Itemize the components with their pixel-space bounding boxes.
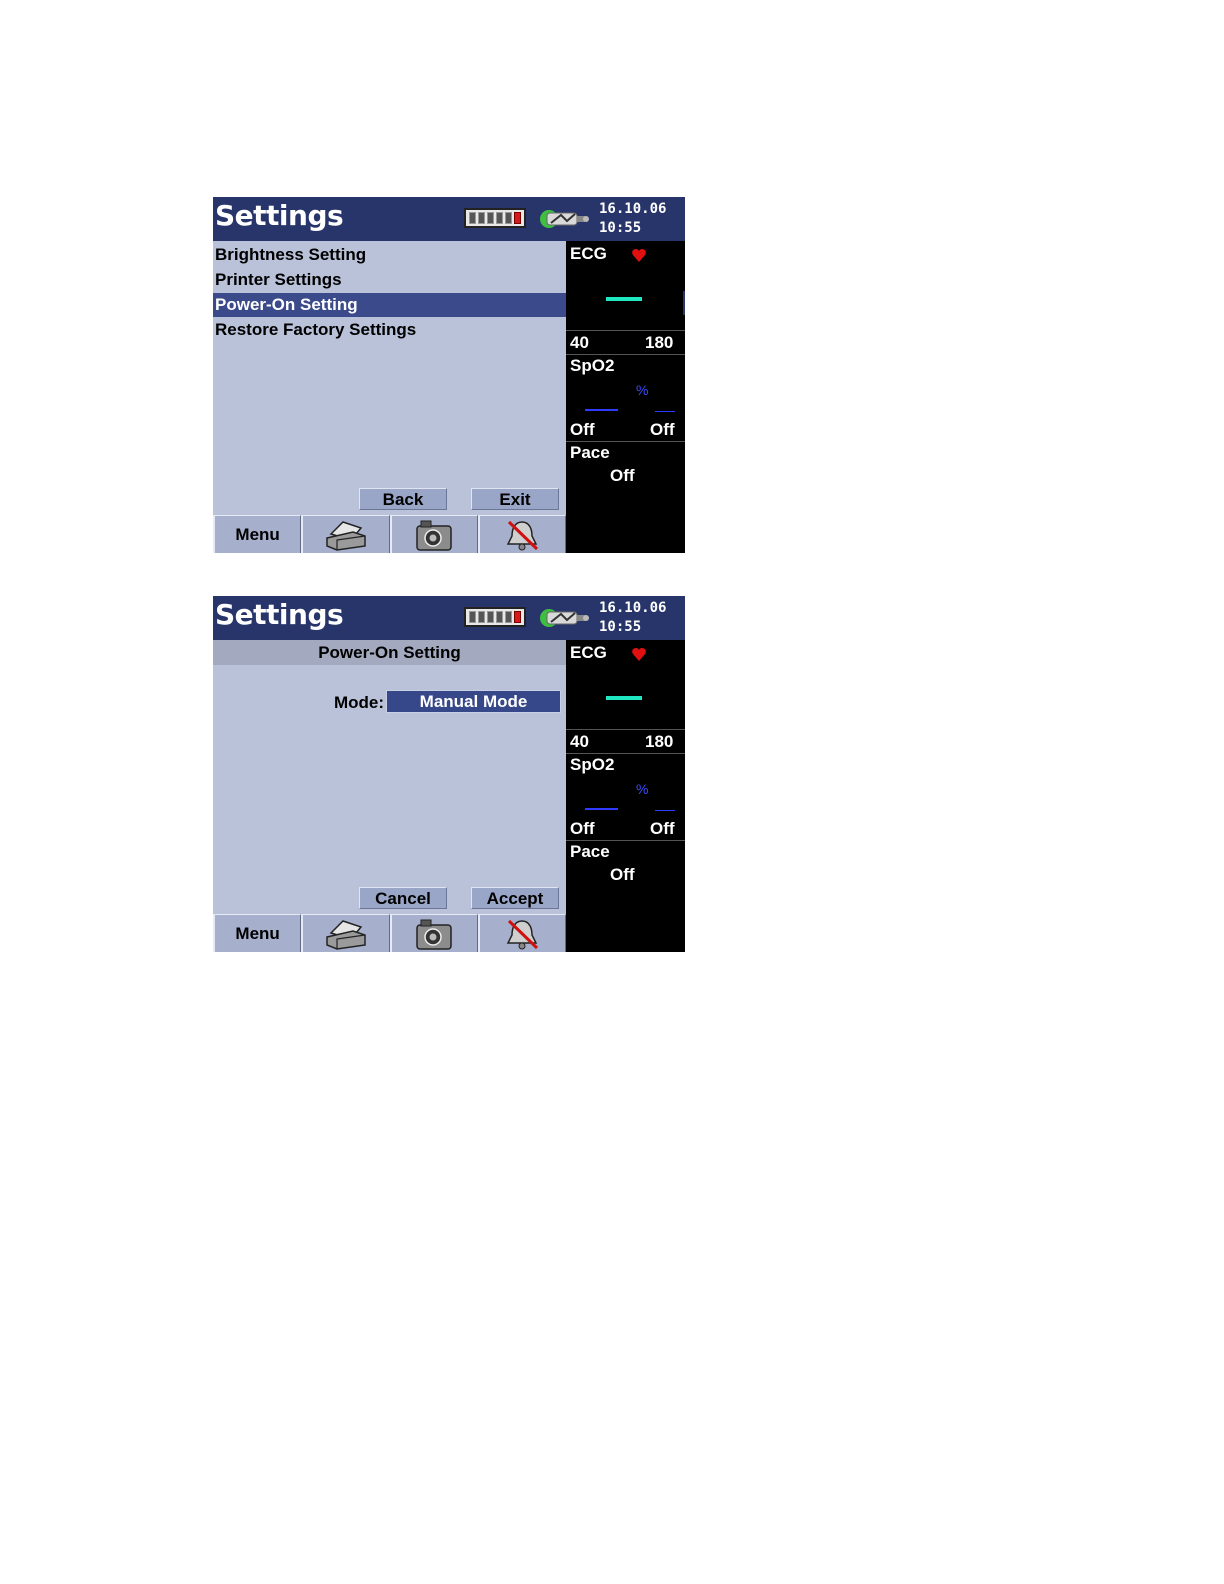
pace-label: Pace [570, 842, 610, 861]
settings-screen-power-on: Settings 16.10.06 10:55 Power-On Setting… [213, 596, 685, 952]
spo2-low-limit: Off [570, 420, 595, 439]
spo2-unit: % [636, 781, 649, 797]
spo2-trace [585, 409, 618, 411]
ac-power-icon [540, 609, 589, 627]
ecg-trace [606, 696, 642, 700]
menu-item-power-on[interactable]: Power-On Setting [213, 293, 566, 317]
spo2-trace [585, 808, 618, 810]
print-button[interactable] [301, 515, 390, 553]
divider [566, 840, 685, 841]
panel-edge [683, 291, 685, 315]
alarm-off-icon [507, 919, 539, 949]
datetime: 16.10.06 10:55 [599, 200, 666, 238]
ecg-label: ECG [570, 643, 607, 662]
spo2-low-limit: Off [570, 819, 595, 838]
snapshot-button[interactable] [389, 914, 478, 952]
snapshot-button[interactable] [389, 515, 478, 553]
page-title: Settings [215, 598, 344, 631]
title-bar: Settings 16.10.06 10:55 [213, 596, 685, 640]
pace-value: Off [610, 466, 635, 485]
time-text: 10:55 [599, 619, 642, 635]
alarm-silence-button[interactable] [477, 914, 566, 952]
camera-icon [416, 919, 452, 950]
spo2-trace-secondary [655, 810, 675, 811]
divider [566, 753, 685, 754]
bottom-toolbar: Menu [213, 914, 566, 952]
pace-label: Pace [570, 443, 610, 462]
ac-power-icon [540, 210, 589, 228]
time-text: 10:55 [599, 220, 642, 236]
settings-screen-menu: Settings 16.10.06 10:55 Brightness Setti… [213, 197, 685, 553]
title-bar: Settings 16.10.06 10:55 [213, 197, 685, 241]
page-title: Settings [215, 199, 344, 232]
print-button[interactable] [301, 914, 390, 952]
menu-item-brightness[interactable]: Brightness Setting [213, 243, 566, 267]
spo2-high-limit: Off [650, 819, 675, 838]
ecg-low-limit: 40 [570, 333, 589, 352]
menu-item-printer[interactable]: Printer Settings [213, 268, 566, 292]
spo2-label: SpO2 [570, 356, 615, 375]
vitals-panel: ECG 40 180 SpO2 % Off Off Pace Off [566, 241, 685, 553]
menu-button[interactable]: Menu [213, 914, 302, 952]
cancel-button[interactable]: Cancel [359, 887, 447, 909]
section-header: Power-On Setting [213, 640, 566, 665]
bottom-toolbar: Menu [213, 515, 566, 553]
datetime: 16.10.06 10:55 [599, 599, 666, 637]
divider [566, 354, 685, 355]
spo2-high-limit: Off [650, 420, 675, 439]
battery-icon [464, 208, 526, 228]
alarm-off-icon [507, 520, 539, 550]
spo2-unit: % [636, 382, 649, 398]
ecg-high-limit: 180 [645, 732, 674, 751]
date-text: 16.10.06 [599, 600, 667, 616]
printer-icon [326, 520, 366, 551]
ecg-label: ECG [570, 244, 607, 263]
menu-button[interactable]: Menu [213, 515, 302, 553]
divider [566, 729, 685, 730]
alarm-silence-button[interactable] [477, 515, 566, 553]
heart-icon [632, 249, 646, 262]
battery-icon [464, 607, 526, 627]
back-button[interactable]: Back [359, 488, 447, 510]
pace-value: Off [610, 865, 635, 884]
spo2-trace-secondary [655, 411, 675, 412]
vitals-panel: ECG 40 180 SpO2 % Off Off Pace Off [566, 640, 685, 952]
camera-icon [416, 520, 452, 551]
divider [566, 441, 685, 442]
accept-button[interactable]: Accept [471, 887, 559, 909]
ecg-high-limit: 180 [645, 333, 674, 352]
divider [566, 330, 685, 331]
mode-label: Mode: [334, 693, 385, 712]
mode-select[interactable]: Manual Mode [386, 690, 561, 713]
exit-button[interactable]: Exit [471, 488, 559, 510]
printer-icon [326, 919, 366, 950]
heart-icon [632, 648, 646, 661]
date-text: 16.10.06 [599, 201, 667, 217]
spo2-label: SpO2 [570, 755, 615, 774]
ecg-trace [606, 297, 642, 301]
menu-item-restore-factory[interactable]: Restore Factory Settings [213, 318, 566, 342]
ecg-low-limit: 40 [570, 732, 589, 751]
